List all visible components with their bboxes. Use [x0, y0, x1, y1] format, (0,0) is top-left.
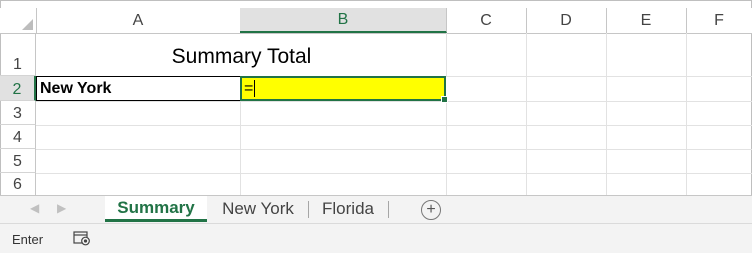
row-header-2[interactable]: 2 [0, 76, 36, 101]
macro-record-icon[interactable] [73, 231, 91, 246]
sheet-tab-florida[interactable]: Florida [311, 196, 385, 222]
row-header-6[interactable]: 6 [0, 173, 36, 195]
status-bar: Enter [0, 223, 752, 253]
tab-divider [308, 201, 309, 218]
row-header-5[interactable]: 5 [0, 149, 36, 173]
status-mode: Enter [12, 232, 44, 247]
cell-a2-value: New York [40, 79, 112, 97]
gridline [526, 33, 527, 195]
sheet-tab-new-york[interactable]: New York [211, 196, 305, 222]
gridline [606, 33, 607, 195]
fill-handle[interactable] [441, 96, 448, 103]
column-header-f[interactable]: F [686, 8, 752, 33]
column-header-c[interactable]: C [446, 8, 527, 33]
row-header-1[interactable]: 1 [0, 33, 36, 76]
row-header-4[interactable]: 4 [0, 125, 36, 149]
select-all-triangle-icon [22, 19, 33, 30]
select-all-button[interactable] [0, 8, 37, 33]
cell-summary-title[interactable]: Summary Total [37, 33, 446, 76]
gridline [686, 33, 687, 195]
plus-circle-icon[interactable]: + [421, 200, 441, 220]
sheet-tab-summary[interactable]: Summary [105, 196, 207, 222]
gridline [36, 125, 752, 126]
gridline [36, 149, 752, 150]
gridline [36, 101, 752, 102]
column-header-a[interactable]: A [36, 8, 241, 33]
gridline [446, 33, 447, 76]
tab-divider [388, 201, 389, 218]
column-header-b[interactable]: B [240, 8, 447, 33]
scroll-tabs-left-icon[interactable]: ◀ [30, 201, 39, 215]
sheet-tab-bar: ◀ ▶ Summary New York Florida + [0, 195, 752, 223]
row-header-3[interactable]: 3 [0, 101, 36, 125]
scroll-tabs-right-icon[interactable]: ▶ [57, 201, 66, 215]
gridline [446, 101, 447, 195]
gridline [240, 101, 241, 195]
cell-b2-active[interactable]: = [240, 76, 448, 103]
text-cursor [254, 80, 256, 97]
cell-a2[interactable]: New York [36, 76, 241, 101]
column-header-e[interactable]: E [606, 8, 687, 33]
gridline [36, 173, 752, 174]
column-header-d[interactable]: D [526, 8, 607, 33]
column-header-row: A B C D E F [0, 8, 752, 34]
cell-b2-formula: = [244, 79, 254, 97]
